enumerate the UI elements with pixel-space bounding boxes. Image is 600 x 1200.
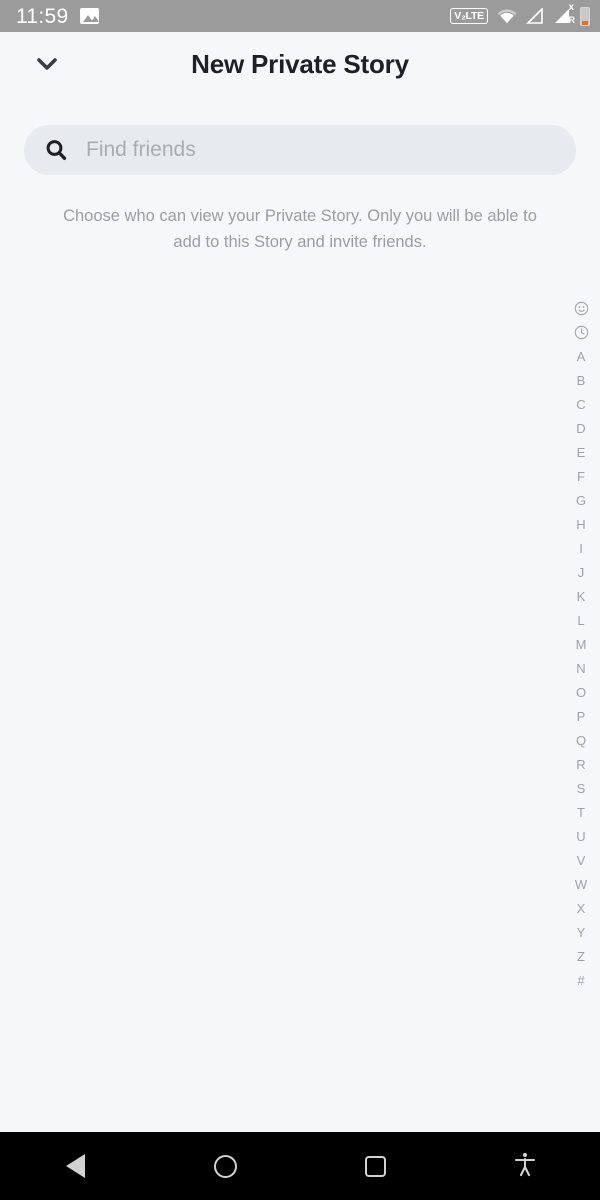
page-title: New Private Story: [0, 49, 600, 80]
search-icon: [44, 138, 68, 162]
story-description: Choose who can view your Private Story. …: [60, 204, 540, 255]
alpha-d[interactable]: D: [562, 416, 600, 440]
app-header: New Private Story: [0, 32, 600, 96]
alpha-n[interactable]: N: [562, 656, 600, 680]
nav-home-button[interactable]: [150, 1132, 300, 1200]
alpha-hash[interactable]: #: [562, 968, 600, 992]
nav-back-button[interactable]: [0, 1132, 150, 1200]
search-bar[interactable]: [24, 125, 576, 175]
alpha-y[interactable]: Y: [562, 920, 600, 944]
sim-x-label: x: [568, 3, 574, 13]
alpha-x[interactable]: X: [562, 896, 600, 920]
accessibility-icon: [514, 1151, 536, 1182]
alpha-b[interactable]: B: [562, 368, 600, 392]
alpha-r[interactable]: R: [562, 752, 600, 776]
signal-no-sim-icon: [526, 8, 544, 24]
alpha-l[interactable]: L: [562, 608, 600, 632]
alpha-p[interactable]: P: [562, 704, 600, 728]
alphabet-index[interactable]: A B C D E F G H I J K L M N O P Q R S T …: [562, 296, 600, 992]
alpha-v[interactable]: V: [562, 848, 600, 872]
photo-notification-icon: [80, 8, 99, 24]
alpha-w[interactable]: W: [562, 872, 600, 896]
status-bar-clock: 11:59: [16, 6, 69, 27]
alpha-i[interactable]: I: [562, 536, 600, 560]
battery-low-icon: [580, 7, 590, 26]
circle-home-icon: [214, 1155, 237, 1178]
triangle-back-icon: [66, 1154, 85, 1178]
signal-roaming-icon: x R: [553, 8, 571, 24]
search-input[interactable]: [86, 125, 556, 175]
nav-recents-button[interactable]: [300, 1132, 450, 1200]
alpha-j[interactable]: J: [562, 560, 600, 584]
alpha-m[interactable]: M: [562, 632, 600, 656]
android-navigation-bar: [0, 1132, 600, 1200]
nav-accessibility-button[interactable]: [450, 1132, 600, 1200]
alpha-g[interactable]: G: [562, 488, 600, 512]
status-bar-left: 11:59: [16, 6, 99, 27]
wifi-icon: [497, 9, 517, 24]
alpha-q[interactable]: Q: [562, 728, 600, 752]
square-recents-icon: [365, 1156, 386, 1177]
alpha-c[interactable]: C: [562, 392, 600, 416]
alpha-h[interactable]: H: [562, 512, 600, 536]
volte-icon: V₂LTE: [450, 8, 488, 25]
status-bar: 11:59 V₂LTE x R: [0, 0, 600, 32]
alpha-f[interactable]: F: [562, 464, 600, 488]
clock-recent-icon[interactable]: [562, 320, 600, 344]
smiley-face-icon[interactable]: [562, 296, 600, 320]
alpha-z[interactable]: Z: [562, 944, 600, 968]
alpha-t[interactable]: T: [562, 800, 600, 824]
chevron-down-icon[interactable]: [26, 43, 68, 85]
alpha-k[interactable]: K: [562, 584, 600, 608]
status-bar-right: V₂LTE x R: [450, 7, 590, 26]
alpha-e[interactable]: E: [562, 440, 600, 464]
alpha-o[interactable]: O: [562, 680, 600, 704]
alpha-u[interactable]: U: [562, 824, 600, 848]
alpha-s[interactable]: S: [562, 776, 600, 800]
alpha-a[interactable]: A: [562, 344, 600, 368]
sim-roaming-label: R: [569, 16, 576, 25]
